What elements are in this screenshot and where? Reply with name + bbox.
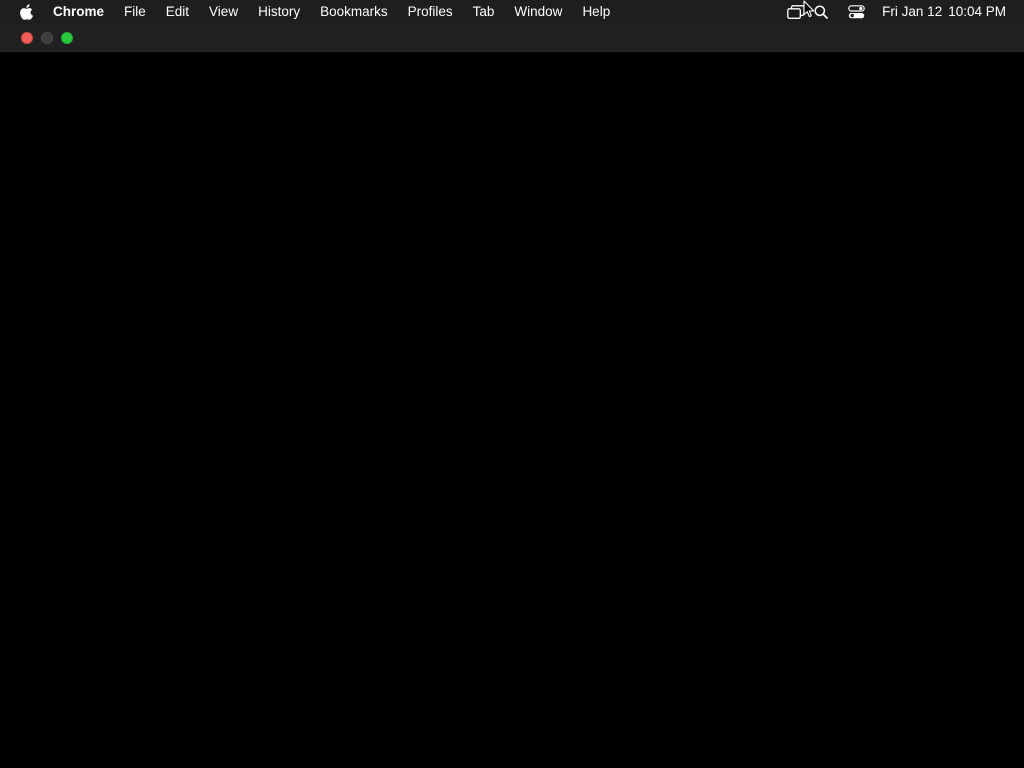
browser-content-area[interactable]	[0, 52, 1024, 768]
window-zoom-button[interactable]	[61, 32, 73, 44]
menu-profiles[interactable]: Profiles	[398, 0, 463, 24]
menu-tab[interactable]: Tab	[463, 0, 505, 24]
control-center-icon[interactable]	[846, 0, 866, 24]
menu-app-chrome[interactable]: Chrome	[53, 0, 114, 24]
screen-mirroring-icon[interactable]	[786, 0, 806, 24]
menu-edit[interactable]: Edit	[156, 0, 199, 24]
window-minimize-button[interactable]	[41, 32, 53, 44]
menu-window[interactable]: Window	[504, 0, 572, 24]
spotlight-search-icon[interactable]	[812, 0, 830, 24]
clock-date: Fri Jan 12	[882, 4, 943, 19]
menu-bar-right: Fri Jan 12 10:04 PM	[786, 0, 1024, 24]
apple-logo-icon[interactable]	[19, 4, 33, 20]
menu-history[interactable]: History	[248, 0, 310, 24]
menu-bar-left: Chrome File Edit View History Bookmarks …	[0, 0, 620, 24]
window-title-bar[interactable]	[0, 24, 1024, 52]
menu-help[interactable]: Help	[572, 0, 620, 24]
menu-bar: Chrome File Edit View History Bookmarks …	[0, 0, 1024, 24]
window-close-button[interactable]	[21, 32, 33, 44]
menu-bar-clock[interactable]: Fri Jan 12 10:04 PM	[882, 0, 1006, 24]
clock-time: 10:04 PM	[948, 4, 1006, 19]
menu-file[interactable]: File	[114, 0, 156, 24]
menu-view[interactable]: View	[199, 0, 248, 24]
menu-bookmarks[interactable]: Bookmarks	[310, 0, 398, 24]
